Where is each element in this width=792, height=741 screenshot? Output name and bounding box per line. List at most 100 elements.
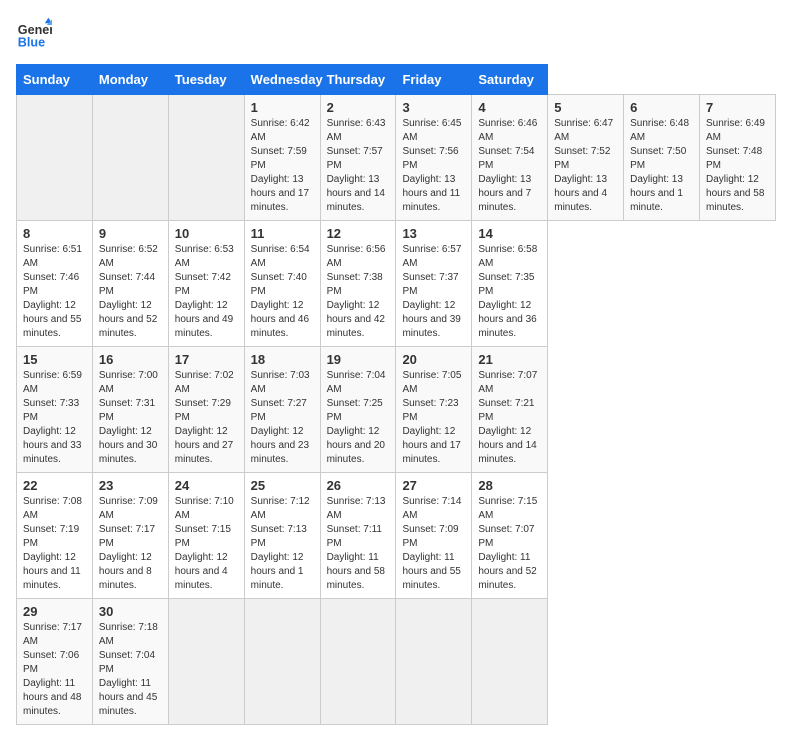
day-number: 24 bbox=[175, 478, 238, 493]
day-info: Sunrise: 7:15 AMSunset: 7:07 PMDaylight:… bbox=[478, 496, 537, 591]
day-info: Sunrise: 7:02 AMSunset: 7:29 PMDaylight:… bbox=[175, 370, 234, 465]
page-header: General Blue bbox=[16, 16, 776, 52]
calendar-week-3: 15Sunrise: 6:59 AMSunset: 7:33 PMDayligh… bbox=[17, 347, 776, 473]
day-number: 9 bbox=[99, 226, 162, 241]
day-info: Sunrise: 6:57 AMSunset: 7:37 PMDaylight:… bbox=[402, 244, 461, 339]
calendar-cell: 28 Sunrise: 7:15 AMSunset: 7:07 PMDayligh… bbox=[472, 473, 548, 599]
day-number: 1 bbox=[251, 100, 314, 115]
calendar-cell: 12Sunrise: 6:56 AMSunset: 7:38 PMDayligh… bbox=[320, 221, 396, 347]
day-info: Sunrise: 7:18 AMSunset: 7:04 PMDaylight:… bbox=[99, 622, 158, 717]
calendar-week-4: 22Sunrise: 7:08 AMSunset: 7:19 PMDayligh… bbox=[17, 473, 776, 599]
calendar-cell: 24Sunrise: 7:10 AMSunset: 7:15 PMDayligh… bbox=[168, 473, 244, 599]
day-info: Sunrise: 6:52 AMSunset: 7:44 PMDaylight:… bbox=[99, 244, 158, 339]
day-number: 6 bbox=[630, 100, 693, 115]
calendar-cell: 8Sunrise: 6:51 AMSunset: 7:46 PMDaylight… bbox=[17, 221, 93, 347]
calendar-week-5: 29Sunrise: 7:17 AMSunset: 7:06 PMDayligh… bbox=[17, 599, 776, 725]
day-number: 4 bbox=[478, 100, 541, 115]
weekday-header-saturday: Saturday bbox=[472, 65, 548, 95]
calendar-table: SundayMondayTuesdayWednesdayThursdayFrid… bbox=[16, 64, 776, 725]
calendar-cell: 9 Sunrise: 6:52 AMSunset: 7:44 PMDaylight… bbox=[92, 221, 168, 347]
day-number: 10 bbox=[175, 226, 238, 241]
weekday-header-thursday: Thursday bbox=[320, 65, 396, 95]
calendar-cell: 14 Sunrise: 6:58 AMSunset: 7:35 PMDayligh… bbox=[472, 221, 548, 347]
calendar-cell: 29Sunrise: 7:17 AMSunset: 7:06 PMDayligh… bbox=[17, 599, 93, 725]
day-number: 5 bbox=[554, 100, 617, 115]
calendar-cell: 3 Sunrise: 6:45 AMSunset: 7:56 PMDaylight… bbox=[396, 95, 472, 221]
day-info: Sunrise: 6:49 AMSunset: 7:48 PMDaylight:… bbox=[706, 118, 765, 213]
calendar-cell bbox=[472, 599, 548, 725]
day-info: Sunrise: 6:45 AMSunset: 7:56 PMDaylight:… bbox=[402, 118, 461, 213]
day-number: 23 bbox=[99, 478, 162, 493]
day-number: 3 bbox=[402, 100, 465, 115]
calendar-cell: 5 Sunrise: 6:47 AMSunset: 7:52 PMDaylight… bbox=[548, 95, 624, 221]
calendar-cell: 4 Sunrise: 6:46 AMSunset: 7:54 PMDaylight… bbox=[472, 95, 548, 221]
day-info: Sunrise: 7:09 AMSunset: 7:17 PMDaylight:… bbox=[99, 496, 158, 591]
calendar-cell: 11 Sunrise: 6:54 AMSunset: 7:40 PMDayligh… bbox=[244, 221, 320, 347]
calendar-cell bbox=[320, 599, 396, 725]
calendar-cell bbox=[92, 95, 168, 221]
svg-text:Blue: Blue bbox=[18, 36, 45, 50]
weekday-header-tuesday: Tuesday bbox=[168, 65, 244, 95]
calendar-cell: 1 Sunrise: 6:42 AMSunset: 7:59 PMDaylight… bbox=[244, 95, 320, 221]
day-number: 12 bbox=[327, 226, 390, 241]
day-info: Sunrise: 6:46 AMSunset: 7:54 PMDaylight:… bbox=[478, 118, 537, 213]
day-info: Sunrise: 6:54 AMSunset: 7:40 PMDaylight:… bbox=[251, 244, 310, 339]
calendar-cell: 26Sunrise: 7:13 AMSunset: 7:11 PMDayligh… bbox=[320, 473, 396, 599]
calendar-cell: 25 Sunrise: 7:12 AMSunset: 7:13 PMDayligh… bbox=[244, 473, 320, 599]
day-info: Sunrise: 6:51 AMSunset: 7:46 PMDaylight:… bbox=[23, 244, 82, 339]
day-number: 16 bbox=[99, 352, 162, 367]
day-number: 11 bbox=[251, 226, 314, 241]
weekday-header-monday: Monday bbox=[92, 65, 168, 95]
day-info: Sunrise: 6:48 AMSunset: 7:50 PMDaylight:… bbox=[630, 118, 689, 213]
calendar-cell: 7 Sunrise: 6:49 AMSunset: 7:48 PMDaylight… bbox=[700, 95, 776, 221]
day-info: Sunrise: 7:05 AMSunset: 7:23 PMDaylight:… bbox=[402, 370, 461, 465]
day-number: 22 bbox=[23, 478, 86, 493]
day-info: Sunrise: 7:14 AMSunset: 7:09 PMDaylight:… bbox=[402, 496, 461, 591]
calendar-cell: 27 Sunrise: 7:14 AMSunset: 7:09 PMDayligh… bbox=[396, 473, 472, 599]
day-info: Sunrise: 6:58 AMSunset: 7:35 PMDaylight:… bbox=[478, 244, 537, 339]
day-number: 21 bbox=[478, 352, 541, 367]
day-info: Sunrise: 6:59 AMSunset: 7:33 PMDaylight:… bbox=[23, 370, 82, 465]
day-info: Sunrise: 7:17 AMSunset: 7:06 PMDaylight:… bbox=[23, 622, 82, 717]
calendar-cell: 15Sunrise: 6:59 AMSunset: 7:33 PMDayligh… bbox=[17, 347, 93, 473]
calendar-cell bbox=[396, 599, 472, 725]
calendar-cell: 6 Sunrise: 6:48 AMSunset: 7:50 PMDaylight… bbox=[624, 95, 700, 221]
day-number: 17 bbox=[175, 352, 238, 367]
day-number: 28 bbox=[478, 478, 541, 493]
calendar-week-2: 8Sunrise: 6:51 AMSunset: 7:46 PMDaylight… bbox=[17, 221, 776, 347]
day-number: 7 bbox=[706, 100, 769, 115]
weekday-header-friday: Friday bbox=[396, 65, 472, 95]
day-number: 2 bbox=[327, 100, 390, 115]
day-info: Sunrise: 7:00 AMSunset: 7:31 PMDaylight:… bbox=[99, 370, 158, 465]
day-number: 20 bbox=[402, 352, 465, 367]
day-info: Sunrise: 7:12 AMSunset: 7:13 PMDaylight:… bbox=[251, 496, 310, 591]
logo-icon: General Blue bbox=[16, 16, 52, 52]
day-info: Sunrise: 6:53 AMSunset: 7:42 PMDaylight:… bbox=[175, 244, 234, 339]
calendar-cell: 21 Sunrise: 7:07 AMSunset: 7:21 PMDayligh… bbox=[472, 347, 548, 473]
logo: General Blue bbox=[16, 16, 52, 52]
day-info: Sunrise: 6:42 AMSunset: 7:59 PMDaylight:… bbox=[251, 118, 310, 213]
calendar-cell: 30Sunrise: 7:18 AMSunset: 7:04 PMDayligh… bbox=[92, 599, 168, 725]
calendar-cell: 20 Sunrise: 7:05 AMSunset: 7:23 PMDayligh… bbox=[396, 347, 472, 473]
day-info: Sunrise: 6:43 AMSunset: 7:57 PMDaylight:… bbox=[327, 118, 386, 213]
calendar-cell: 10 Sunrise: 6:53 AMSunset: 7:42 PMDayligh… bbox=[168, 221, 244, 347]
weekday-header-wednesday: Wednesday bbox=[244, 65, 320, 95]
calendar-cell: 18Sunrise: 7:03 AMSunset: 7:27 PMDayligh… bbox=[244, 347, 320, 473]
day-number: 25 bbox=[251, 478, 314, 493]
day-number: 27 bbox=[402, 478, 465, 493]
calendar-cell: 23 Sunrise: 7:09 AMSunset: 7:17 PMDayligh… bbox=[92, 473, 168, 599]
day-info: Sunrise: 7:13 AMSunset: 7:11 PMDaylight:… bbox=[327, 496, 386, 591]
calendar-cell bbox=[168, 95, 244, 221]
weekday-header-sunday: Sunday bbox=[17, 65, 93, 95]
calendar-cell: 16 Sunrise: 7:00 AMSunset: 7:31 PMDayligh… bbox=[92, 347, 168, 473]
day-number: 18 bbox=[251, 352, 314, 367]
calendar-cell: 13Sunrise: 6:57 AMSunset: 7:37 PMDayligh… bbox=[396, 221, 472, 347]
calendar-cell: 22Sunrise: 7:08 AMSunset: 7:19 PMDayligh… bbox=[17, 473, 93, 599]
day-info: Sunrise: 6:47 AMSunset: 7:52 PMDaylight:… bbox=[554, 118, 613, 213]
day-info: Sunrise: 7:04 AMSunset: 7:25 PMDaylight:… bbox=[327, 370, 386, 465]
day-info: Sunrise: 7:07 AMSunset: 7:21 PMDaylight:… bbox=[478, 370, 537, 465]
day-number: 14 bbox=[478, 226, 541, 241]
calendar-cell bbox=[17, 95, 93, 221]
calendar-week-1: 1 Sunrise: 6:42 AMSunset: 7:59 PMDaylight… bbox=[17, 95, 776, 221]
calendar-cell bbox=[168, 599, 244, 725]
